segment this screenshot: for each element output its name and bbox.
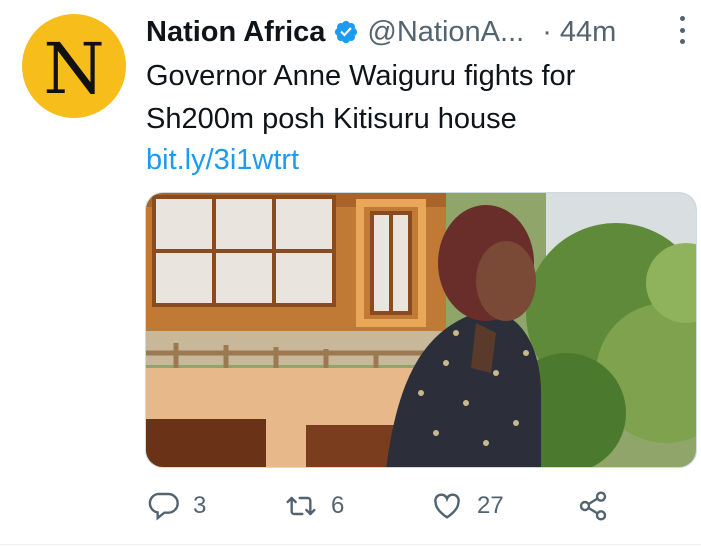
author-name[interactable]: Nation Africa (146, 16, 325, 49)
retweet-button[interactable]: 6 (285, 484, 344, 528)
tweet-link[interactable]: bit.ly/3i1wtrt (146, 140, 299, 180)
verified-badge-icon (335, 20, 358, 44)
more-options-icon[interactable] (677, 16, 687, 44)
more-dot (679, 39, 685, 44)
tweet-photo[interactable] (145, 192, 697, 468)
photo-illustration (146, 193, 696, 467)
tweet-timestamp[interactable]: 44m (560, 16, 616, 49)
more-dot (679, 27, 685, 33)
share-icon (579, 491, 607, 521)
tweet-text: Governor Anne Waiguru fights for Sh200m … (146, 60, 576, 135)
like-icon (434, 493, 460, 519)
tweet-actions: 3 6 27 (145, 484, 697, 528)
like-count: 27 (477, 492, 504, 519)
retweet-count: 6 (331, 492, 345, 519)
retweet-icon (286, 496, 316, 516)
reply-button[interactable]: 3 (147, 484, 206, 528)
author-handle[interactable]: @NationA... (367, 16, 524, 49)
divider (0, 544, 701, 545)
tweet-header: Nation Africa @NationA... · 44m (146, 12, 687, 52)
like-button[interactable]: 27 (431, 484, 504, 528)
avatar-logo-letter: N (43, 28, 105, 110)
share-button[interactable] (577, 484, 623, 528)
separator-dot: · (542, 15, 552, 48)
reply-count: 3 (193, 492, 207, 519)
more-dot (679, 16, 685, 21)
reply-icon (148, 492, 179, 521)
avatar[interactable]: N (22, 14, 126, 118)
